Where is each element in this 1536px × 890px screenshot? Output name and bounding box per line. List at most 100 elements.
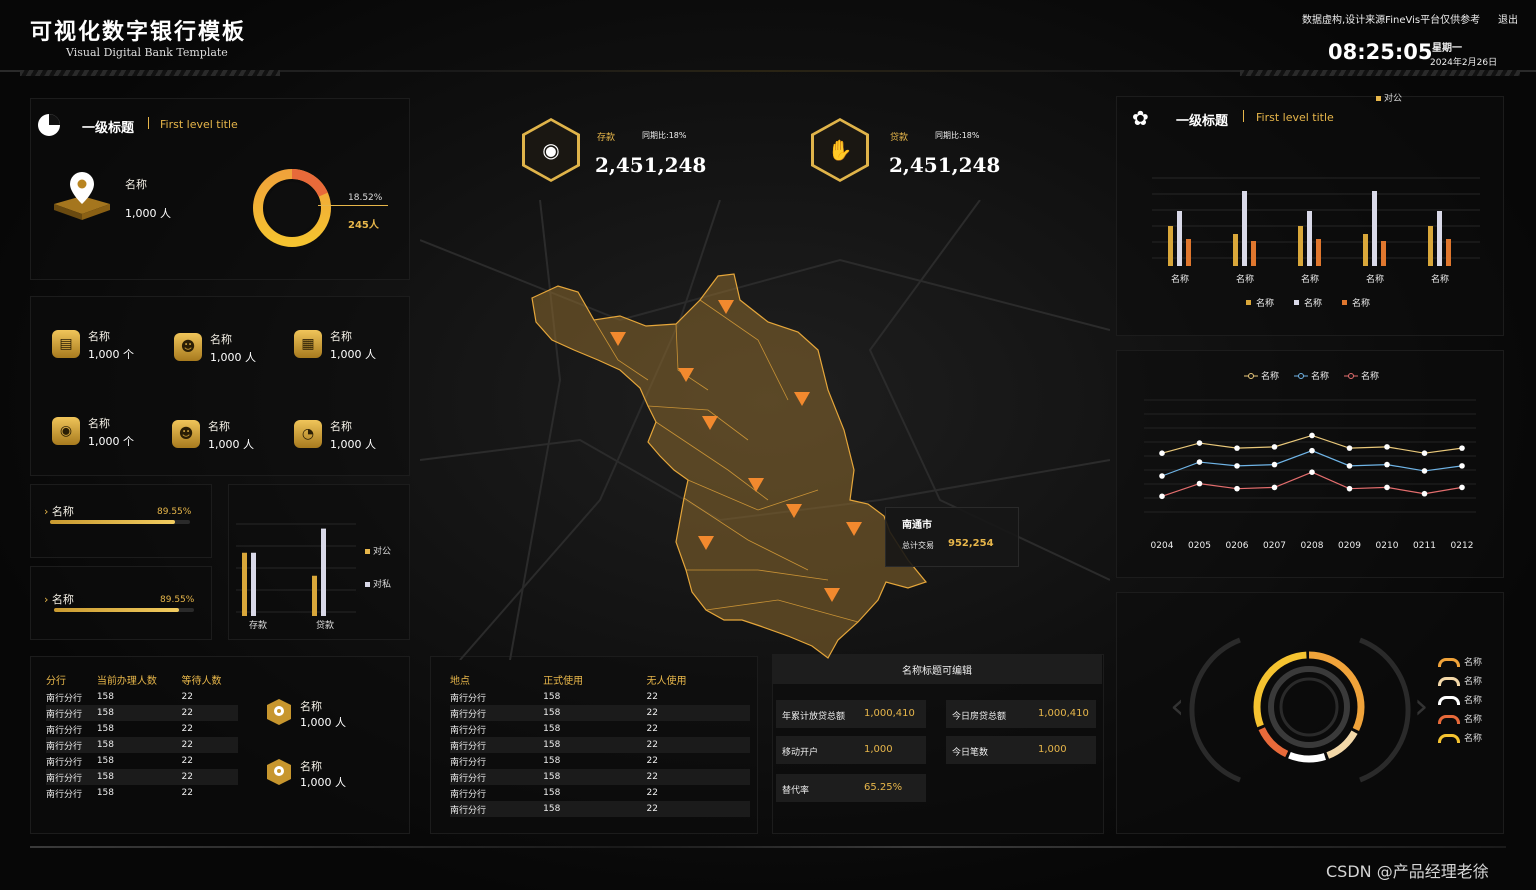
bar-category-label: 名称 — [1366, 273, 1384, 285]
legend-dot — [1348, 373, 1354, 379]
money-hand-icon: ✋ — [827, 138, 853, 162]
table-row[interactable]: 南行分行 158 22 — [450, 737, 750, 753]
table-cell: 南行分行 — [450, 789, 487, 800]
table-cell: 南行分行 — [46, 757, 83, 768]
tooltip-key: 总计交易 — [902, 541, 934, 550]
tooltip-value: 952,254 — [948, 538, 994, 549]
data-point — [1384, 484, 1390, 491]
table-row[interactable]: 南行分行 158 22 — [450, 785, 750, 801]
watermark: CSDN @产品经理老徐 — [1326, 862, 1489, 881]
tooltip-city: 南通市 — [902, 520, 932, 531]
table-cell: 158 — [543, 724, 561, 734]
ring-legend-item: 名称 — [1438, 693, 1482, 706]
table-cell: 22 — [646, 756, 658, 766]
table-cell: 南行分行 — [46, 737, 97, 753]
bar-mark — [1381, 241, 1386, 266]
bar-mark — [1446, 239, 1451, 266]
legend-text: 对公 — [373, 547, 392, 557]
table-row[interactable]: 南行分行 158 22 — [450, 753, 750, 769]
legend-text: 名称 — [1464, 658, 1483, 668]
small-bar-cat-1: 存款 — [249, 621, 268, 631]
data-point — [1196, 480, 1203, 487]
legend-dot — [1248, 373, 1254, 379]
legend-swatch — [365, 582, 370, 587]
jiangsu-map[interactable] — [528, 270, 930, 662]
bar-贷款-对私 — [321, 528, 326, 616]
progress-label-2: › 名称 — [44, 591, 74, 607]
table-row[interactable]: 南行分行 158 22 — [46, 705, 238, 721]
bar-mark — [1177, 211, 1182, 266]
kpi-key: 今日笔数 — [952, 748, 989, 758]
x-tick-label: 0204 — [1151, 541, 1174, 551]
loan-label: 贷款 — [890, 133, 909, 143]
legend-arc-icon — [1438, 677, 1460, 686]
branch-side-value-2: 1,000 人 — [300, 776, 346, 789]
ring-core — [1279, 677, 1339, 737]
progress-name-1: 名称 — [51, 505, 74, 518]
clock: 08:25:05 — [1328, 40, 1433, 64]
table-row[interactable]: 南行分行 158 22 — [46, 769, 238, 785]
table-cell: 22 — [646, 724, 658, 734]
header-stripe-right — [1240, 70, 1520, 76]
exit-link[interactable]: 退出 — [1498, 11, 1518, 26]
progress-pct-1: 89.55% — [157, 507, 192, 517]
table-cell: 南行分行 — [450, 705, 544, 721]
ring-legend-item: 名称 — [1438, 655, 1482, 668]
kpi-value: 1,000 — [864, 744, 893, 755]
table-cell: 22 — [646, 788, 658, 798]
table-row[interactable]: 南行分行 158 22 — [450, 801, 750, 817]
table-cell: 158 — [96, 724, 115, 734]
data-point — [1159, 450, 1165, 456]
data-point — [1271, 484, 1278, 491]
bar-mark — [1307, 211, 1312, 266]
table-row[interactable]: 南行分行 158 22 — [46, 737, 238, 753]
table-row[interactable]: 南行分行 158 22 — [450, 769, 750, 785]
progress-name-2: 名称 — [51, 593, 74, 606]
table-row[interactable]: 南行分行 158 22 — [46, 721, 238, 737]
legend-arc-icon — [1438, 715, 1460, 724]
table-row[interactable]: 南行分行 158 22 — [450, 721, 750, 737]
bar-存款-对私 — [251, 552, 256, 616]
data-point — [1309, 447, 1315, 454]
donut-percent: 18.52% — [348, 193, 383, 203]
data-point — [1271, 461, 1278, 468]
place-table: 地点 正式使用 无人使用 南行分行 158 22 南行分行 158 22 南行分行 158 22 南行分… — [450, 670, 750, 817]
table-cell: 158 — [543, 705, 647, 721]
flower-icon: ✿ — [1132, 106, 1149, 130]
line-chart: 名称 名称 名称 0204 0205 0206 0207 0208 0209 0210 0211 02… — [1144, 370, 1476, 551]
data-point — [1196, 459, 1203, 465]
table-header: 正式使用 — [543, 676, 584, 687]
table-row[interactable]: 南行分行 158 22 — [46, 753, 238, 769]
legend-label: 名称 — [1352, 297, 1370, 309]
legend-arc-icon — [1438, 658, 1460, 667]
map-outline[interactable] — [531, 273, 928, 659]
table-cell: 南行分行 — [46, 693, 83, 704]
footer-divider — [30, 846, 1506, 848]
table-cell: 158 — [96, 692, 115, 702]
table-row[interactable]: 南行分行 158 22 — [450, 689, 750, 705]
table-row[interactable]: 南行分行 158 22 — [450, 705, 750, 721]
table-header: 等待人数 — [181, 676, 222, 687]
legend-text: 名称 — [1464, 677, 1483, 687]
icon-grid-value: 1,000 人 — [210, 351, 256, 364]
table-cell: 158 — [543, 801, 647, 817]
data-point — [1159, 473, 1165, 479]
ring-legend-item: 名称 — [1438, 712, 1482, 725]
data-point — [1346, 485, 1353, 492]
progress-bar-1 — [50, 520, 190, 524]
legend-swatch — [365, 549, 370, 554]
table-row[interactable]: 南行分行 158 22 — [46, 689, 238, 705]
x-tick-label: 0206 — [1226, 541, 1249, 551]
table-cell: 南行分行 — [46, 769, 97, 785]
document-icon: ▤ — [52, 330, 80, 358]
kpi-key: 替代率 — [782, 786, 810, 796]
bar-category-label: 名称 — [1431, 273, 1449, 285]
table-row[interactable]: 南行分行 158 22 — [46, 785, 238, 801]
donut-chart — [253, 169, 331, 247]
bar-mark — [1363, 234, 1368, 266]
icon-grid-label: 名称 — [330, 420, 352, 433]
bullet-icon: › — [44, 505, 49, 518]
kpi-replacement-rate: 替代率 65.25% — [776, 774, 926, 802]
icon-grid-value: 1,000 人 — [330, 348, 376, 361]
legend-swatch — [1246, 300, 1251, 305]
